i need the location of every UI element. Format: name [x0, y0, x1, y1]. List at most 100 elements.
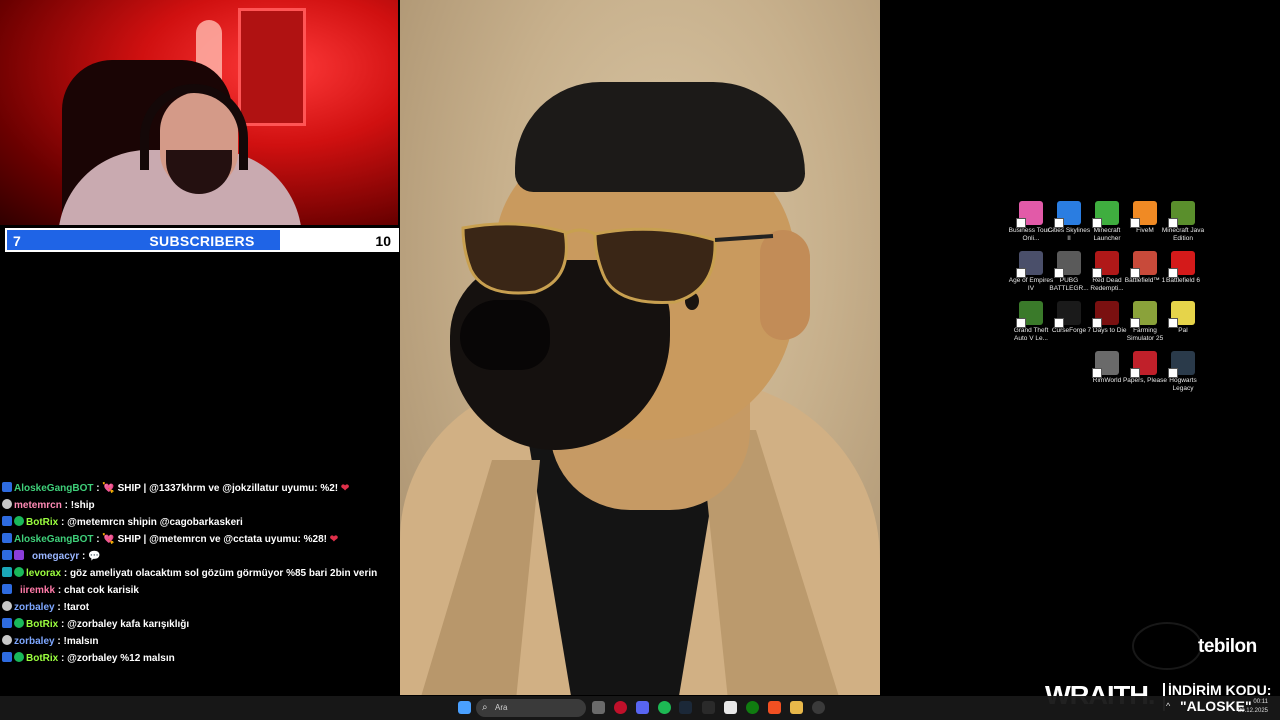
steam-icon[interactable]: [679, 701, 692, 714]
sunglasses-icon: [461, 222, 774, 304]
chat-message: zorbaley : !tarot: [2, 599, 398, 616]
chat-message: AloskeGangBOT : 💘 SHIP | @metemrcn ve @c…: [2, 531, 398, 548]
obs-icon[interactable]: [812, 701, 825, 714]
subscriber-count: 7: [13, 233, 21, 249]
bot-badge-icon: [2, 482, 12, 492]
capcut-icon[interactable]: [724, 701, 737, 714]
spotify-icon[interactable]: [658, 701, 671, 714]
chat-message: zorbaley : !malsın: [2, 633, 398, 650]
verified-badge-icon: [14, 652, 24, 662]
heart-icon: ❤: [329, 534, 339, 545]
chat-username: BotRix: [26, 619, 59, 630]
subscriber-goal-label: SUBSCRIBERS: [149, 233, 255, 249]
subscriber-goal: 10: [375, 233, 391, 249]
photos-icon[interactable]: [768, 701, 781, 714]
taskbar-search[interactable]: ⌕ Ara: [476, 699, 586, 717]
chat-username: zorbaley: [14, 636, 55, 647]
image-nose: [460, 300, 550, 370]
seven-days-icon: [1092, 301, 1119, 328]
taskbar: ⌕ Ara ^ 00:11 29.12.2025: [0, 696, 1280, 720]
image-hair: [515, 82, 805, 192]
chat-text: göz ameliyatı olacaktım sol gözüm görmüy…: [69, 568, 378, 579]
promo-code: "ALOSKE": [1180, 698, 1252, 714]
chat-username: BotRix: [26, 517, 59, 528]
chat-message: omegacyr : 💬: [2, 548, 398, 565]
search-placeholder: Ara: [495, 703, 508, 712]
chat-bubble-icon: 💬: [88, 551, 101, 562]
windows-start-icon[interactable]: [458, 701, 471, 714]
task-view-icon[interactable]: [592, 701, 605, 714]
webcam-feed: [0, 0, 398, 225]
chat-text: chat cok karisik: [63, 585, 139, 596]
desktop-icons: Business Tour - Onli... Cities Skylines I…: [1008, 198, 1208, 398]
hogwarts-icon: [1168, 351, 1195, 378]
tebilon-logo: tebilon: [1198, 636, 1257, 657]
smoke-swirl-icon: [1132, 622, 1202, 670]
desktop-shortcut[interactable]: Hogwarts Legacy: [1160, 348, 1206, 392]
chat-message: iiremkk : chat cok karisik: [2, 582, 398, 599]
chat-message: BotRix : @metemrcn shipin @cagobarkasker…: [2, 514, 398, 531]
battlefield1-icon: [1130, 251, 1157, 278]
chat-username: AloskeGangBOT: [14, 483, 94, 494]
opera-icon[interactable]: [614, 701, 627, 714]
bot-badge-icon: [2, 652, 12, 662]
dog-in-suit-image: [400, 0, 880, 695]
chat-text: !malsın: [63, 636, 99, 647]
age-of-empires-icon: [1016, 251, 1043, 278]
heart-icon: ❤: [340, 483, 350, 494]
gift-badge-icon: [2, 567, 12, 577]
mod-badge-icon: [2, 550, 12, 560]
chat-message: BotRix : @zorbaley %12 malsın: [2, 650, 398, 667]
battlefield6-icon: [1168, 251, 1195, 278]
bot-badge-icon: [2, 516, 12, 526]
sub-badge-icon: [14, 550, 24, 560]
user-badge-icon: [2, 601, 12, 611]
subscriber-goal-bar: SUBSCRIBERS 7 10: [5, 228, 399, 252]
chat-username: BotRix: [26, 653, 59, 664]
webcam-door: [238, 8, 306, 126]
chevron-up-icon[interactable]: ^: [1166, 701, 1170, 711]
chat-username: metemrcn: [14, 500, 62, 511]
file-explorer-icon[interactable]: [790, 701, 803, 714]
desktop-shortcut[interactable]: Battlefield 6: [1160, 248, 1206, 285]
desktop-shortcut[interactable]: Pal: [1160, 298, 1206, 335]
chat-text: !ship: [70, 500, 95, 511]
chat-text: @zorbaley kafa karışıklığı: [67, 619, 190, 630]
chat-message: BotRix : @zorbaley kafa karışıklığı: [2, 616, 398, 633]
minecraft-launcher-icon: [1092, 201, 1119, 228]
discord-icon[interactable]: [636, 701, 649, 714]
papers-please-icon: [1130, 351, 1157, 378]
chat-message: metemrcn : !ship: [2, 497, 398, 514]
desktop-shortcut[interactable]: Minecraft Java Edition: [1160, 198, 1206, 242]
pal-icon: [1168, 301, 1195, 328]
epic-games-icon[interactable]: [702, 701, 715, 714]
bot-badge-icon: [2, 618, 12, 628]
desktop-shortcut-label: Pal: [1178, 327, 1188, 334]
xbox-icon[interactable]: [746, 701, 759, 714]
verified-badge-icon: [14, 618, 24, 628]
bot-badge-icon: [2, 533, 12, 543]
chat-username: iiremkk: [20, 585, 56, 596]
gta-v-icon: [1016, 301, 1043, 328]
rimworld-icon: [1092, 351, 1119, 378]
chat-text: @zorbaley %12 malsın: [67, 653, 175, 664]
chat-username: zorbaley: [14, 602, 55, 613]
red-dead-icon: [1092, 251, 1119, 278]
chat-username: omegacyr: [32, 551, 80, 562]
chat-panel: AloskeGangBOT : 💘 SHIP | @1337khrm ve @j…: [2, 480, 398, 667]
mod-badge-icon: [2, 584, 12, 594]
chat-message: AloskeGangBOT : 💘 SHIP | @1337khrm ve @j…: [2, 480, 398, 497]
verified-badge-icon: [14, 567, 24, 577]
fivem-icon: [1130, 201, 1157, 228]
chat-username: AloskeGangBOT: [14, 534, 94, 545]
curseforge-icon: [1054, 301, 1081, 328]
desktop-shortcut-label: Battlefield 6: [1166, 277, 1200, 284]
chat-username: levorax: [26, 568, 62, 579]
search-icon: ⌕: [482, 702, 488, 713]
chat-text: !tarot: [63, 602, 90, 613]
user-badge-icon: [2, 499, 12, 509]
cities-skylines-icon: [1054, 201, 1081, 228]
minecraft-java-icon: [1168, 201, 1195, 228]
chat-message: levorax : göz ameliyatı olacaktım sol gö…: [2, 565, 398, 582]
desktop-shortcut-label: Hogwarts Legacy: [1169, 377, 1197, 392]
